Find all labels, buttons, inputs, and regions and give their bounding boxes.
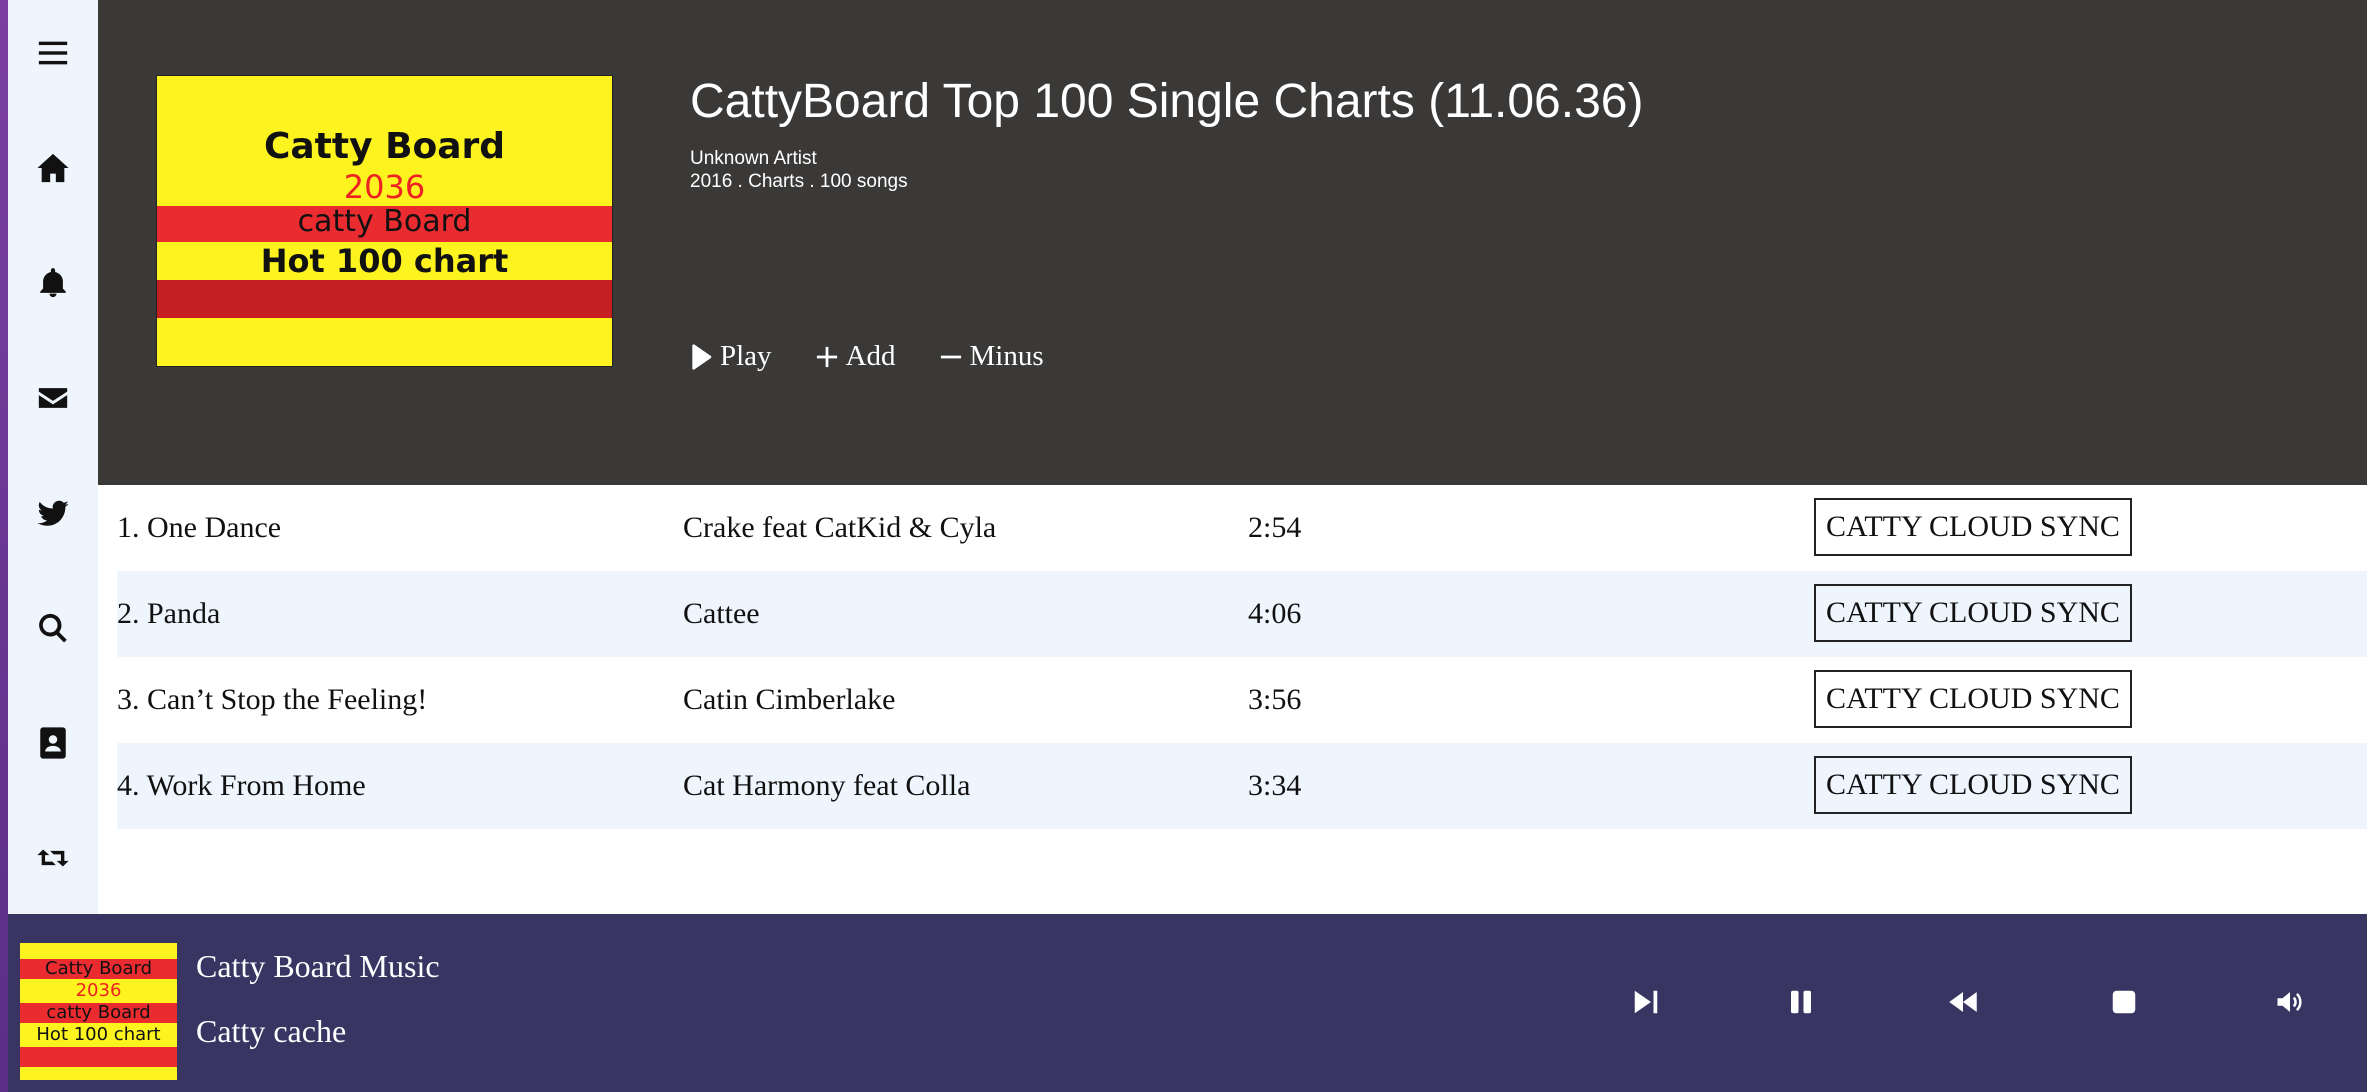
cover-text: catty Board (46, 1002, 151, 1023)
player-bar: Catty Board 2036 catty Board Hot 100 cha… (8, 914, 2367, 1092)
cover-text: 2036 (343, 168, 426, 206)
menu-icon (38, 41, 68, 65)
home-icon (37, 153, 69, 183)
track-row[interactable]: 1. One Dance Crake feat CatKid & Cyla 2:… (117, 485, 2367, 571)
skip-next-icon (1634, 990, 1658, 1014)
cloud-sync-button[interactable]: CATTY CLOUD SYNC (1814, 670, 2132, 728)
track-artist: Cat Harmony feat Colla (683, 769, 971, 802)
mail-button[interactable] (23, 368, 83, 428)
rewind-button[interactable] (1935, 974, 1991, 1030)
add-label: Add (845, 340, 896, 372)
notifications-button[interactable] (23, 253, 83, 313)
stop-icon (2112, 990, 2136, 1014)
volume-button[interactable] (2262, 974, 2318, 1030)
cover-band (157, 280, 612, 318)
sidebar (8, 0, 98, 914)
cover-text: Catty Board (45, 958, 152, 979)
track-duration: 3:34 (1248, 769, 1302, 802)
track-duration: 2:54 (1248, 511, 1302, 544)
track-row[interactable]: 4. Work From Home Cat Harmony feat Colla… (117, 743, 2367, 829)
play-label: Play (720, 340, 772, 372)
track-artist: Cattee (683, 597, 760, 630)
home-button[interactable] (23, 138, 83, 198)
cloud-sync-button[interactable]: CATTY CLOUD SYNC (1814, 584, 2132, 642)
track-artist: Crake feat CatKid & Cyla (683, 511, 997, 544)
album-info: 2016 . Charts . 100 songs (690, 171, 908, 192)
rewind-icon (1949, 992, 1977, 1012)
twitter-button[interactable] (23, 483, 83, 543)
track-name: 1. One Dance (117, 511, 282, 544)
album-artist: Unknown Artist (690, 148, 817, 169)
volume-icon (2277, 992, 2302, 1012)
cover-text: 2036 (75, 980, 122, 1001)
repeat-button[interactable] (23, 828, 83, 888)
minus-button[interactable]: Minus (940, 340, 1044, 373)
pause-icon (1791, 990, 1811, 1014)
cloud-sync-button[interactable]: CATTY CLOUD SYNC (1814, 498, 2132, 556)
now-playing-subtitle: Catty cache (196, 1013, 347, 1049)
cover-text: Hot 100 chart (36, 1024, 161, 1045)
album-title: CattyBoard Top 100 Single Charts (11.06.… (690, 75, 1644, 128)
search-icon (39, 613, 67, 643)
minus-label: Minus (969, 340, 1044, 372)
track-duration: 3:56 (1248, 683, 1302, 716)
stop-button[interactable] (2096, 974, 2152, 1030)
cover-text: catty Board (297, 204, 472, 239)
retweet-icon (37, 849, 69, 867)
search-button[interactable] (23, 598, 83, 658)
album-cover: Catty Board 2036 catty Board Hot 100 cha… (156, 75, 613, 367)
menu-button[interactable] (23, 23, 83, 83)
play-button[interactable]: Play (690, 340, 772, 373)
cover-band (20, 1047, 177, 1067)
track-name: 4. Work From Home (117, 769, 366, 802)
album-header: Catty Board 2036 catty Board Hot 100 cha… (98, 0, 2367, 485)
play-icon (692, 343, 712, 370)
track-list: 1. One Dance Crake feat CatKid & Cyla 2:… (117, 485, 2367, 829)
cover-text: Hot 100 chart (260, 242, 509, 280)
pause-button[interactable] (1773, 974, 1829, 1030)
minus-icon (940, 355, 961, 358)
track-artist: Catin Cimberlake (683, 683, 896, 716)
now-playing-cover: Catty Board 2036 catty Board Hot 100 cha… (20, 943, 177, 1080)
cover-text: Catty Board (263, 126, 506, 167)
contact-card-icon (40, 727, 66, 759)
add-button[interactable]: Add (816, 340, 896, 373)
track-duration: 4:06 (1248, 597, 1302, 630)
plus-icon (816, 346, 837, 367)
track-name: 2. Panda (117, 597, 221, 630)
track-name: 3. Can’t Stop the Feeling! (117, 683, 428, 716)
contacts-button[interactable] (23, 713, 83, 773)
window-edge (0, 0, 8, 1092)
twitter-icon (37, 500, 69, 526)
track-row[interactable]: 2. Panda Cattee 4:06 CATTY CLOUD SYNC (117, 571, 2367, 657)
track-row[interactable]: 3. Can’t Stop the Feeling! Catin Cimberl… (117, 657, 2367, 743)
skip-next-button[interactable] (1618, 974, 1674, 1030)
cloud-sync-button[interactable]: CATTY CLOUD SYNC (1814, 756, 2132, 814)
mail-icon (38, 388, 68, 408)
now-playing-title: Catty Board Music (196, 948, 440, 984)
album-actions: Play Add Minus (690, 340, 1044, 373)
bell-icon (40, 268, 66, 298)
